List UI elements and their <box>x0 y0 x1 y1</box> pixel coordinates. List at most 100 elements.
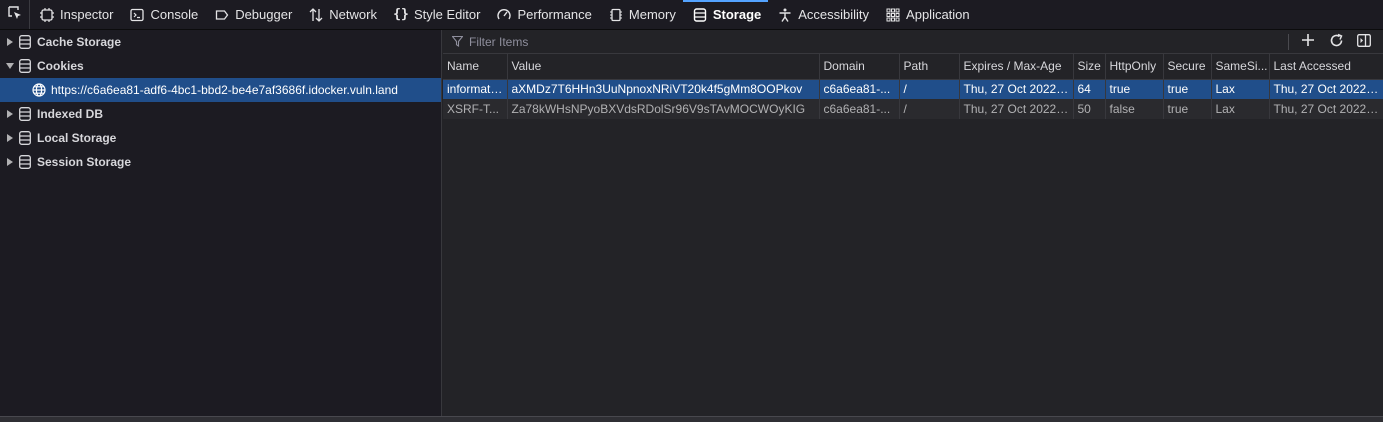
tab-label: Debugger <box>235 7 293 22</box>
column-header-samesite[interactable]: SameSi... <box>1211 54 1270 80</box>
tab-performance[interactable]: Performance <box>487 0 598 29</box>
tab-label: Network <box>329 7 377 22</box>
tree-item-label: https://c6a6ea81-adf6-4bc1-bbd2-be4e7af3… <box>51 83 398 97</box>
column-header-last-accessed[interactable]: Last Accessed <box>1269 54 1383 80</box>
database-icon <box>19 59 31 73</box>
performance-icon <box>497 8 512 22</box>
table-row[interactable]: informati... aXMDz7T6HHn3UuNpnoxNRiVT20k… <box>443 79 1383 99</box>
tab-label: Memory <box>628 7 676 22</box>
tree-item-label: Cache Storage <box>37 35 122 49</box>
cell-samesite[interactable]: Lax <box>1211 99 1270 119</box>
cell-secure[interactable]: true <box>1163 99 1212 119</box>
tab-console[interactable]: Console <box>120 0 205 29</box>
chevron-right-icon[interactable] <box>6 158 14 166</box>
cell-domain[interactable]: c6a6ea81-... <box>819 79 900 99</box>
cell-httponly[interactable]: true <box>1105 79 1164 99</box>
devtools-toolbar: Inspector Console Debugger Network {} St… <box>0 0 1383 30</box>
tree-item-label: Indexed DB <box>37 107 104 121</box>
tab-label: Storage <box>712 7 762 22</box>
database-icon <box>19 107 31 121</box>
add-item-button[interactable] <box>1299 33 1317 51</box>
column-header-httponly[interactable]: HttpOnly <box>1105 54 1164 80</box>
network-icon <box>309 7 323 22</box>
column-header-size[interactable]: Size <box>1073 54 1106 80</box>
cell-httponly[interactable]: false <box>1105 99 1164 119</box>
sidebar-toggle-icon <box>1357 33 1371 50</box>
memory-icon <box>609 8 623 22</box>
chevron-down-icon[interactable] <box>6 62 14 70</box>
tab-label: Performance <box>517 7 592 22</box>
tab-memory[interactable]: Memory <box>599 0 683 29</box>
column-header-expires[interactable]: Expires / Max-Age <box>959 54 1074 80</box>
chevron-right-icon[interactable] <box>6 110 14 118</box>
tab-storage[interactable]: Storage <box>682 0 769 29</box>
tab-label: Style Editor <box>413 7 481 22</box>
tree-item-label: Session Storage <box>37 155 132 169</box>
element-picker-icon <box>7 5 23 24</box>
tab-label: Accessibility <box>798 7 870 22</box>
tree-item-label: Local Storage <box>37 131 117 145</box>
database-icon <box>19 155 31 169</box>
tab-application[interactable]: Application <box>876 0 977 29</box>
tree-item-cache-storage[interactable]: Cache Storage <box>0 30 441 54</box>
column-header-path[interactable]: Path <box>899 54 960 80</box>
tab-inspector[interactable]: Inspector <box>30 0 120 29</box>
debugger-icon <box>215 8 229 22</box>
column-header-secure[interactable]: Secure <box>1163 54 1212 80</box>
inspector-icon <box>40 7 54 22</box>
database-icon <box>19 131 31 145</box>
table-row[interactable]: XSRF-T... Za78kWHsNPyoBXVdsRDolSr96V9sTA… <box>443 99 1383 119</box>
tree-item-cookies[interactable]: Cookies <box>0 54 441 78</box>
cell-path[interactable]: / <box>899 79 960 99</box>
splitter-bar[interactable] <box>0 416 1383 422</box>
tree-item-indexed-db[interactable]: Indexed DB <box>0 102 441 126</box>
column-header-value[interactable]: Value <box>507 54 820 80</box>
tab-label: Console <box>150 7 199 22</box>
cell-domain[interactable]: c6a6ea81-... <box>819 99 900 119</box>
cell-value[interactable]: Za78kWHsNPyoBXVdsRDolSr96V9sTAvMOCWOyKIG <box>507 99 820 119</box>
tree-item-cookie-host[interactable]: https://c6a6ea81-adf6-4bc1-bbd2-be4e7af3… <box>0 78 441 102</box>
refresh-icon <box>1329 33 1344 51</box>
tab-accessibility[interactable]: Accessibility <box>768 0 876 29</box>
tab-style-editor[interactable]: {} Style Editor <box>384 0 487 29</box>
element-picker-button[interactable] <box>0 0 30 29</box>
cell-expires[interactable]: Thu, 27 Oct 2022 ... <box>959 99 1074 119</box>
toolbar-divider <box>1288 33 1289 50</box>
cell-size[interactable]: 50 <box>1073 99 1106 119</box>
cell-last-accessed[interactable]: Thu, 27 Oct 2022 ... <box>1269 79 1383 99</box>
cell-name[interactable]: informati... <box>443 79 508 99</box>
cell-samesite[interactable]: Lax <box>1211 79 1270 99</box>
cookies-table: Name Value Domain Path Expires / Max-Age… <box>443 54 1383 119</box>
toggle-sidebar-button[interactable] <box>1355 33 1373 51</box>
refresh-button[interactable] <box>1327 33 1345 51</box>
database-icon <box>19 35 31 49</box>
cell-name[interactable]: XSRF-T... <box>443 99 508 119</box>
tab-label: Inspector <box>60 7 114 22</box>
accessibility-icon <box>778 8 792 22</box>
cell-size[interactable]: 64 <box>1073 79 1106 99</box>
table-header-row: Name Value Domain Path Expires / Max-Age… <box>443 54 1383 80</box>
cell-last-accessed[interactable]: Thu, 27 Oct 2022 ... <box>1269 99 1383 119</box>
style-editor-icon: {} <box>393 7 409 22</box>
cell-expires[interactable]: Thu, 27 Oct 2022 ... <box>959 79 1074 99</box>
tab-debugger[interactable]: Debugger <box>205 0 299 29</box>
cell-value[interactable]: aXMDz7T6HHn3UuNpnoxNRiVT20k4f5gMm8OOPkov <box>507 79 820 99</box>
application-icon <box>886 8 900 22</box>
column-header-domain[interactable]: Domain <box>819 54 900 80</box>
tree-item-session-storage[interactable]: Session Storage <box>0 150 441 174</box>
tab-network[interactable]: Network <box>299 0 384 29</box>
tree-item-local-storage[interactable]: Local Storage <box>0 126 441 150</box>
tab-label: Application <box>906 7 970 22</box>
filter-items-input[interactable] <box>467 33 1288 50</box>
chevron-right-icon[interactable] <box>6 134 14 142</box>
filter-icon <box>452 36 463 47</box>
cell-secure[interactable]: true <box>1163 79 1212 99</box>
storage-table-panel: Name Value Domain Path Expires / Max-Age… <box>443 30 1383 416</box>
tree-item-label: Cookies <box>37 59 84 73</box>
chevron-right-icon[interactable] <box>6 38 14 46</box>
filter-bar <box>443 30 1383 54</box>
storage-icon <box>693 7 707 22</box>
column-header-name[interactable]: Name <box>443 54 508 80</box>
plus-icon <box>1301 33 1315 50</box>
cell-path[interactable]: / <box>899 99 960 119</box>
